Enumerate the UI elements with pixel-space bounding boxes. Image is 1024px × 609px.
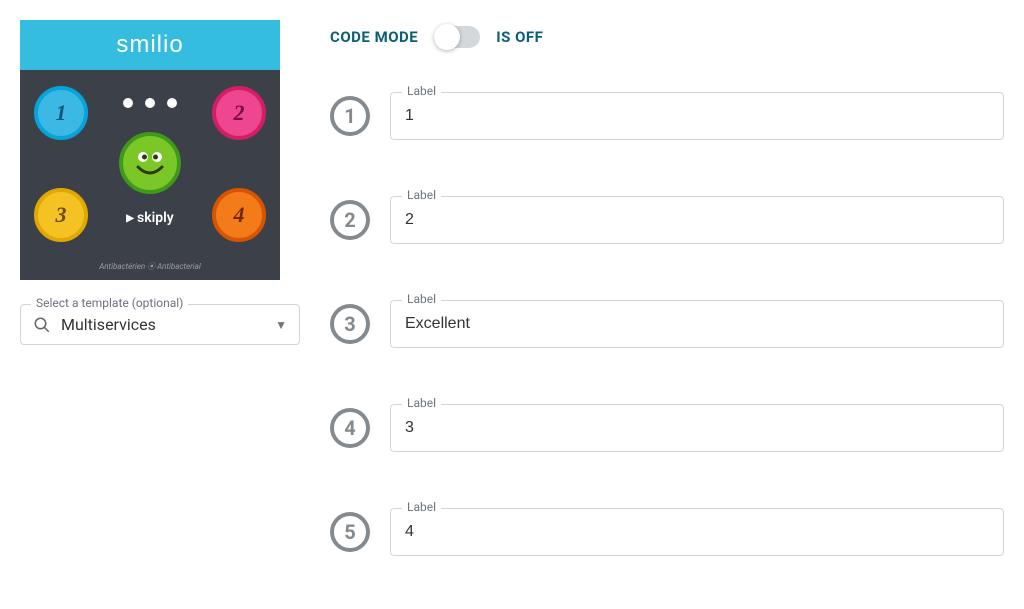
- device-button-4: 4: [212, 188, 266, 242]
- device-preview: smilio 1 2 3 4 ▶: [20, 20, 280, 280]
- device-button-3: 3: [34, 188, 88, 242]
- template-select-value: Multiservices: [61, 315, 265, 334]
- skiply-text: skiply: [137, 210, 174, 226]
- chevron-down-icon: ▼: [275, 318, 287, 332]
- label-row-5: 5 Label: [330, 508, 1004, 556]
- label-row-4: 4 Label: [330, 404, 1004, 452]
- number-badge-3: 3: [330, 304, 370, 344]
- dot: [145, 98, 155, 108]
- label-input-3[interactable]: [390, 300, 1004, 348]
- code-mode-row: CODE MODE IS OFF: [330, 26, 1004, 48]
- label-input-wrap: Label: [390, 196, 1004, 244]
- left-panel: smilio 1 2 3 4 ▶: [20, 20, 300, 589]
- antibacterial-text: Antibactérien ⦿ Antibacterial: [20, 261, 280, 272]
- number-badge-2: 2: [330, 200, 370, 240]
- label-input-4[interactable]: [390, 404, 1004, 452]
- label-field-legend: Label: [402, 500, 441, 514]
- label-input-wrap: Label: [390, 300, 1004, 348]
- code-mode-label: CODE MODE: [330, 28, 418, 46]
- label-field-legend: Label: [402, 84, 441, 98]
- label-input-2[interactable]: [390, 196, 1004, 244]
- code-mode-toggle[interactable]: [434, 26, 480, 48]
- label-input-wrap: Label: [390, 404, 1004, 452]
- right-panel: CODE MODE IS OFF 1 Label 2 Label 3 Label…: [330, 20, 1004, 589]
- label-input-wrap: Label: [390, 508, 1004, 556]
- device-button-1: 1: [34, 86, 88, 140]
- label-row-2: 2 Label: [330, 196, 1004, 244]
- device-button-2: 2: [212, 86, 266, 140]
- label-field-legend: Label: [402, 396, 441, 410]
- number-badge-4: 4: [330, 408, 370, 448]
- template-select-label: Select a template (optional): [31, 296, 188, 310]
- number-badge-1: 1: [330, 96, 370, 136]
- label-field-legend: Label: [402, 292, 441, 306]
- skiply-logo: ▶ skiply: [126, 210, 173, 226]
- dot: [167, 98, 177, 108]
- code-mode-state: IS OFF: [496, 28, 543, 46]
- toggle-thumb: [434, 24, 460, 50]
- device-body: 1 2 3 4 ▶ skiply: [20, 70, 280, 260]
- label-field-legend: Label: [402, 188, 441, 202]
- play-icon: ▶: [126, 213, 134, 224]
- indicator-dots: [123, 98, 177, 108]
- smiley-face-icon: [119, 132, 181, 194]
- dot: [123, 98, 133, 108]
- device-header: smilio: [20, 20, 280, 70]
- search-icon: [33, 316, 51, 334]
- number-badge-5: 5: [330, 512, 370, 552]
- label-row-1: 1 Label: [330, 92, 1004, 140]
- label-input-5[interactable]: [390, 508, 1004, 556]
- brand-logo: smilio: [116, 31, 183, 59]
- label-input-wrap: Label: [390, 92, 1004, 140]
- template-select[interactable]: Select a template (optional) Multiservic…: [20, 304, 300, 345]
- label-row-3: 3 Label: [330, 300, 1004, 348]
- label-input-1[interactable]: [390, 92, 1004, 140]
